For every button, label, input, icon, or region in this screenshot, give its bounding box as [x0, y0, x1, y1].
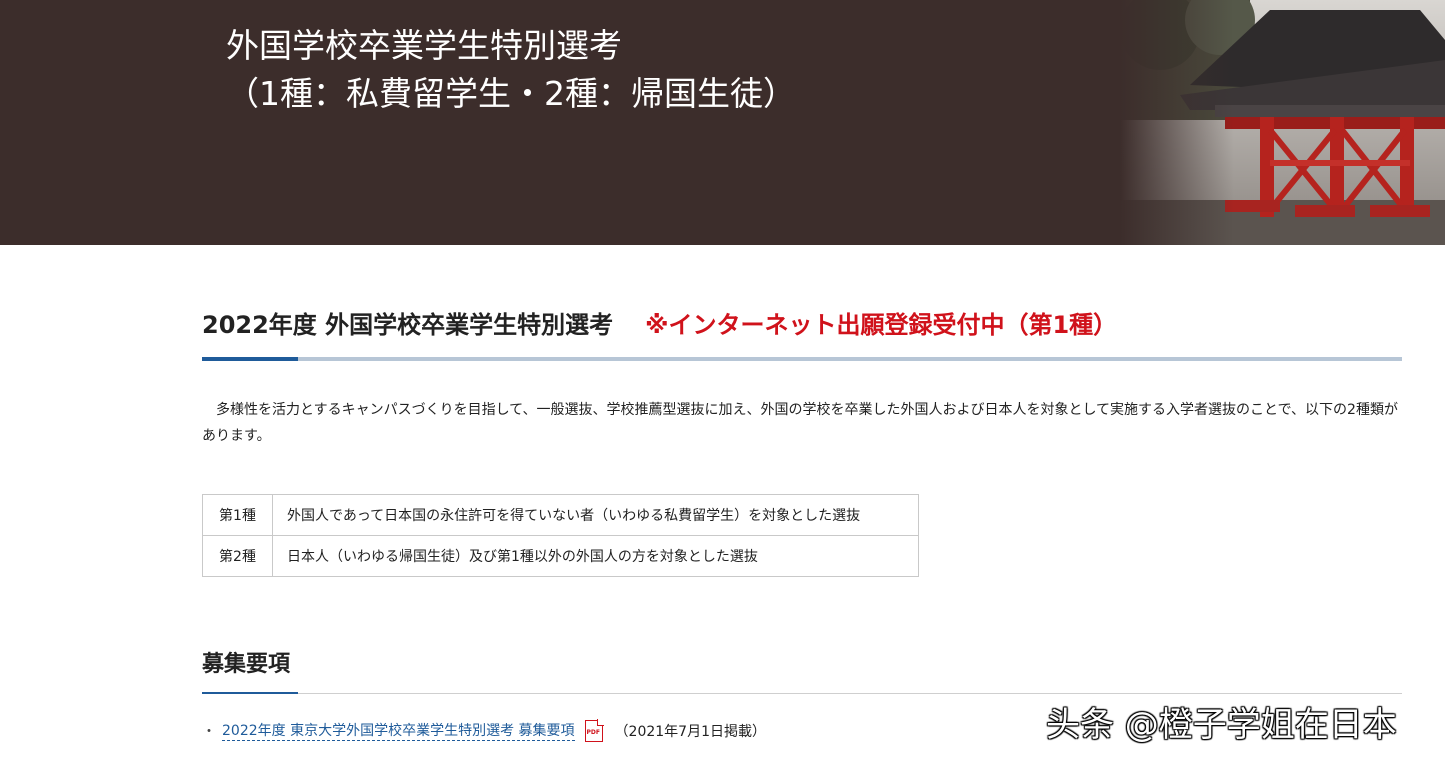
- recruitment-guide-link[interactable]: 2022年度 東京大学外国学校卒業学生特別選考 募集要項: [222, 722, 575, 741]
- section-title-rule: [202, 357, 1402, 361]
- type-kind-cell: 第2種: [202, 535, 273, 577]
- bullet: ・: [202, 724, 216, 740]
- type-kind-cell: 第1種: [202, 494, 273, 536]
- type-description-cell: 外国人であって日本国の永住許可を得ていない者（いわゆる私費留学生）を対象とした選…: [272, 494, 919, 536]
- intro-paragraph: 多様性を活力とするキャンパスづくりを目指して、一般選抜、学校推薦型選抜に加え、外…: [202, 402, 1398, 444]
- section-title: 2022年度 外国学校卒業学生特別選考 ※インターネット出願登録受付中（第1種）: [202, 309, 1402, 341]
- page-title: 外国学校卒業学生特別選考 （1種：私費留学生・2種：帰国生徒）: [226, 22, 796, 118]
- section-title-text: 2022年度 外国学校卒業学生特別選考: [202, 311, 614, 339]
- list-item: ・ 2022年度 東京大学外国学校卒業学生特別選考 募集要項 PDF （2021…: [202, 719, 766, 743]
- selection-types-table: 第1種 外国人であって日本国の永住許可を得ていない者（いわゆる私費留学生）を対象…: [202, 494, 919, 577]
- recruitment-heading-rule: [202, 692, 1402, 694]
- pdf-icon[interactable]: PDF: [584, 719, 604, 742]
- pdf-icon-label: PDF: [586, 729, 601, 736]
- page-title-line2: （1種：私費留学生・2種：帰国生徒）: [226, 74, 796, 113]
- type-description-cell: 日本人（いわゆる帰国生徒）及び第1種以外の外国人の方を対象とした選抜: [272, 535, 919, 577]
- application-notice: ※インターネット出願登録受付中（第1種）: [645, 311, 1118, 339]
- table-row: 第1種 外国人であって日本国の永住許可を得ていない者（いわゆる私費留学生）を対象…: [202, 494, 919, 536]
- publish-date: （2021年7月1日掲載）: [614, 724, 766, 740]
- recruitment-heading-rule-accent: [202, 692, 298, 694]
- recruitment-document-list: ・ 2022年度 東京大学外国学校卒業学生特別選考 募集要項 PDF （2021…: [202, 719, 766, 743]
- recruitment-heading: 募集要項: [202, 652, 291, 677]
- red-temple-gate-photo: [1120, 0, 1445, 245]
- table-row: 第2種 日本人（いわゆる帰国生徒）及び第1種以外の外国人の方を対象とした選抜: [202, 535, 919, 577]
- hero-banner: 外国学校卒業学生特別選考 （1種：私費留学生・2種：帰国生徒）: [0, 0, 1445, 245]
- page-title-line1: 外国学校卒業学生特別選考: [226, 26, 622, 65]
- watermark: 头条 @橙子学姐在日本: [1046, 705, 1397, 745]
- section-title-rule-accent: [202, 357, 298, 361]
